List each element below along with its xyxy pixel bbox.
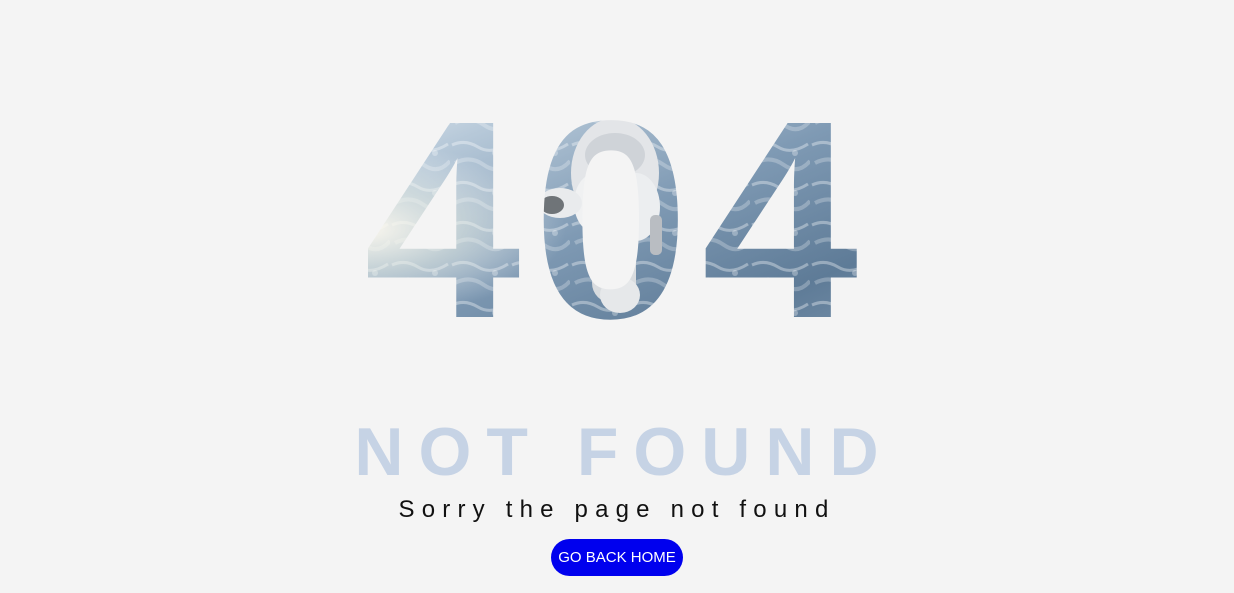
go-back-home-button[interactable]: GO BACK HOME bbox=[551, 539, 683, 576]
not-found-heading: NOT FOUND bbox=[354, 414, 894, 490]
error-code-graphic: 404 bbox=[330, 95, 905, 340]
not-found-page: 404 bbox=[0, 0, 1234, 593]
error-message: Sorry the page not found bbox=[398, 496, 836, 523]
space-photo-fill bbox=[363, 95, 871, 340]
error-code-svg: 404 bbox=[363, 95, 871, 340]
